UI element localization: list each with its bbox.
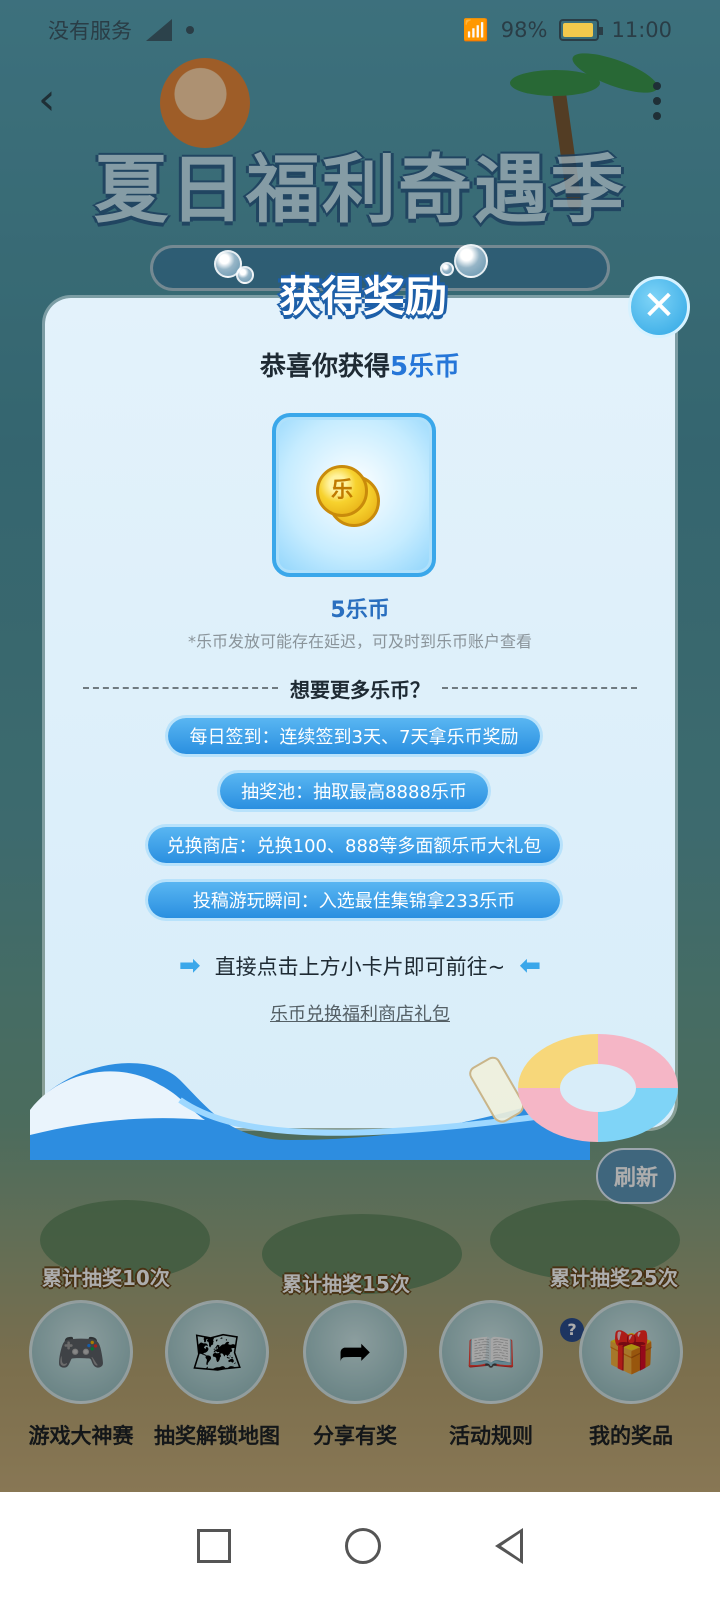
reward-dialog: 恭喜你获得5乐币 乐 5乐币 *乐币发放可能存在延迟，可及时到乐币账户查看 想要… — [45, 298, 675, 1128]
store-gift-link[interactable]: 乐币兑换福利商店礼包 — [45, 1000, 675, 1026]
hint-row: ➡ 直接点击上方小卡片即可前往~ ⬅ — [45, 950, 675, 982]
reward-coin-card: 乐 — [272, 413, 436, 577]
reward-name: 5乐币 — [330, 598, 390, 623]
bubble-decoration — [440, 262, 454, 276]
daily-checkin-option[interactable]: 每日签到：连续签到3天、7天拿乐币奖励 — [168, 718, 540, 754]
battery-percent: 98% — [500, 18, 548, 42]
bubble-decoration — [454, 244, 488, 278]
lottery-pool-option[interactable]: 抽奖池：抽取最高8888乐币 — [220, 773, 488, 809]
submit-moment-option[interactable]: 投稿游玩瞬间：入选最佳集锦拿233乐币 — [148, 882, 560, 918]
system-nav-bar — [0, 1492, 720, 1600]
reward-note: *乐币发放可能存在延迟，可及时到乐币账户查看 — [187, 632, 532, 651]
divider-line — [83, 687, 278, 689]
swim-ring-decoration — [518, 1034, 678, 1142]
home-icon[interactable] — [345, 1528, 381, 1564]
divider-line — [442, 687, 637, 689]
carrier-text: 没有服务 — [48, 19, 132, 43]
exchange-store-option[interactable]: 兑换商店：兑换100、888等多面额乐币大礼包 — [148, 827, 560, 863]
more-options-icon[interactable] — [650, 82, 664, 120]
congrats-prefix: 恭喜你获得 — [259, 352, 390, 382]
signal-icon — [146, 19, 172, 41]
congrats-text: 恭喜你获得5乐币 — [45, 346, 675, 383]
notification-dot-icon — [186, 26, 194, 34]
coin-icon: 乐 — [316, 465, 368, 517]
arrow-right-icon: ➡ — [178, 951, 201, 981]
bubble-decoration — [236, 266, 254, 284]
back-arrow-icon[interactable]: ‹ — [38, 78, 78, 122]
wifi-icon: 📶 — [462, 17, 489, 42]
arrow-left-icon: ⬅ — [519, 951, 542, 981]
congrats-amount: 5乐币 — [389, 352, 461, 382]
dialog-title: 获得奖励 — [278, 271, 447, 321]
recents-icon[interactable] — [197, 1529, 231, 1563]
status-bar: 没有服务 📶 98% 11:00 — [0, 0, 720, 60]
close-icon[interactable]: ✕ — [628, 276, 690, 338]
battery-icon — [559, 19, 604, 41]
divider: 想要更多乐币？ — [83, 674, 637, 702]
hint-text: 直接点击上方小卡片即可前往~ — [214, 955, 506, 979]
divider-text: 想要更多乐币？ — [290, 677, 430, 702]
back-icon[interactable] — [495, 1528, 523, 1564]
clock: 11:00 — [611, 18, 672, 42]
